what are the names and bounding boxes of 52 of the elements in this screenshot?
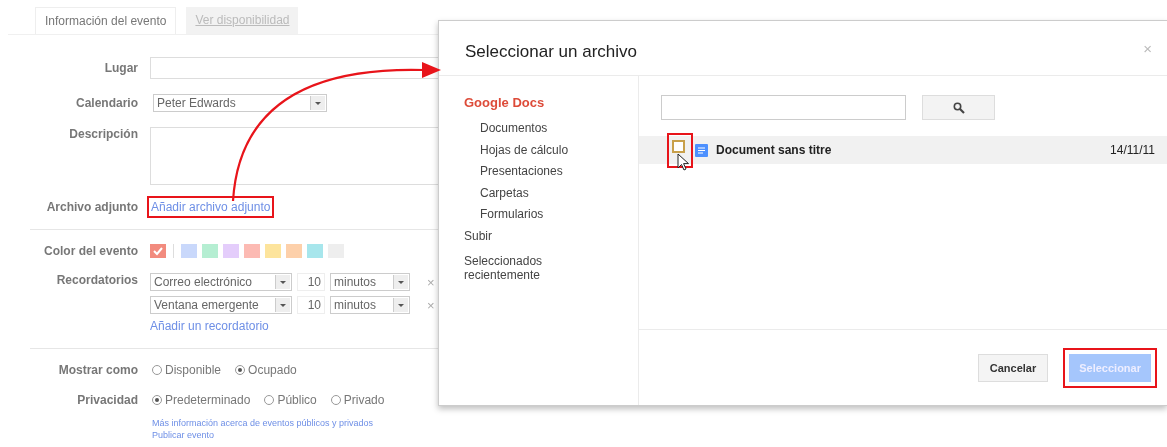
- reminder-method-select[interactable]: Correo electrónico: [150, 273, 292, 291]
- reminder-amount-input[interactable]: 10: [297, 296, 325, 314]
- info-link[interactable]: Más información acerca de eventos públicos y privados: [152, 417, 438, 429]
- document-icon: [695, 143, 708, 157]
- color-swatch[interactable]: [286, 244, 302, 258]
- add-reminder-link[interactable]: Añadir un recordatorio: [150, 319, 435, 333]
- color-swatch[interactable]: [307, 244, 323, 258]
- place-input[interactable]: [150, 57, 438, 79]
- calendar-select[interactable]: Peter Edwards: [153, 94, 327, 112]
- color-swatch[interactable]: [202, 244, 218, 258]
- field-label: Archivo adjunto: [45, 200, 138, 214]
- field-label: Recordatorios: [55, 273, 138, 287]
- sidebar-item[interactable]: Seleccionados recientemente: [464, 253, 574, 282]
- field-label: Descripción: [68, 127, 138, 141]
- color-swatch[interactable]: [150, 244, 166, 258]
- reminder-amount-input[interactable]: 10: [297, 273, 325, 291]
- reminder-method-select[interactable]: Ventana emergente: [150, 296, 292, 314]
- cursor-icon: [677, 153, 691, 173]
- radio-label: Privado: [343, 393, 385, 407]
- tab[interactable]: Información del evento: [35, 7, 177, 34]
- dialog-button[interactable]: Cancelar: [977, 353, 1049, 382]
- color-swatch[interactable]: [223, 244, 239, 258]
- field-label: Color del evento: [43, 244, 138, 258]
- sidebar-item[interactable]: Documentos: [464, 121, 638, 135]
- search-icon: [952, 101, 965, 114]
- file-date: 14/11/11: [1110, 143, 1155, 157]
- field-label: Mostrar como: [57, 363, 138, 377]
- search-button[interactable]: [922, 95, 995, 120]
- dialog-title: Seleccionar un archivo: [465, 41, 637, 62]
- sidebar-item[interactable]: Formularios: [464, 207, 638, 221]
- field-label: Calendario: [75, 96, 138, 110]
- sidebar-item[interactable]: Presentaciones: [464, 164, 638, 178]
- radio-label: Público: [277, 393, 317, 407]
- field-label: Privacidad: [76, 393, 138, 407]
- sidebar-item[interactable]: Hojas de cálculo: [464, 142, 638, 157]
- sidebar-item[interactable]: Subir: [464, 228, 574, 243]
- description-textarea[interactable]: [150, 127, 438, 185]
- radio-label: Ocupado: [248, 363, 297, 377]
- reminder-unit-select[interactable]: minutos: [330, 296, 410, 314]
- color-swatch[interactable]: [265, 244, 281, 258]
- info-link[interactable]: Publicar evento: [152, 429, 438, 441]
- color-swatch[interactable]: [181, 244, 197, 258]
- search-field[interactable]: [661, 95, 906, 120]
- field-label: Lugar: [103, 61, 138, 75]
- radio-label: Predeterminado: [165, 393, 251, 407]
- reminder-unit-select[interactable]: minutos: [330, 273, 410, 291]
- color-swatch[interactable]: [244, 244, 260, 258]
- sidebar-item[interactable]: Google Docs: [464, 96, 574, 110]
- sidebar-item[interactable]: Carpetas: [464, 185, 638, 200]
- radio-label: Disponible: [165, 363, 222, 377]
- file-name: Document sans titre: [716, 143, 833, 157]
- checkbox[interactable]: [672, 139, 685, 153]
